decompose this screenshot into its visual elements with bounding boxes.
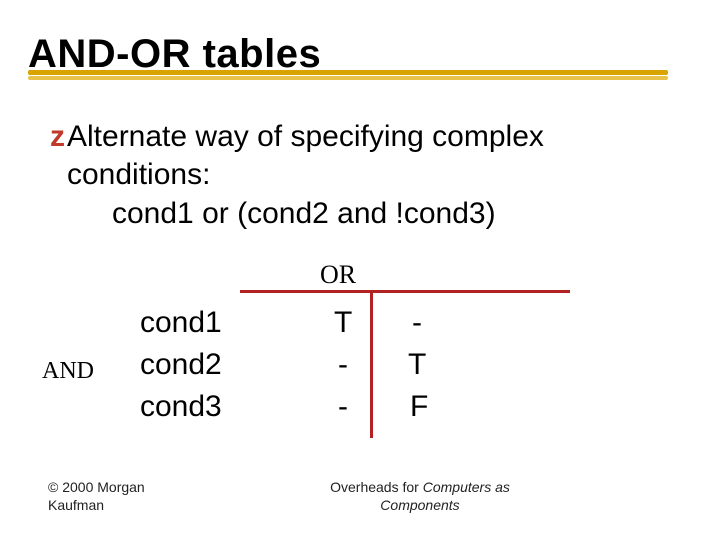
bullet-text: Alternate way of specifying complex cond…	[67, 118, 680, 195]
slide-title: AND-OR tables	[28, 32, 680, 77]
footer-copyright-line2: Kaufman	[48, 497, 104, 513]
table-cell: T	[334, 306, 352, 340]
title-block: AND-OR tables	[28, 32, 680, 77]
table-cell: -	[338, 390, 348, 424]
table-row-label: cond1	[140, 306, 222, 340]
table-cell: T	[408, 348, 426, 382]
footer-source-prefix: Overheads for	[330, 479, 423, 495]
footer-copyright-line1: © 2000 Morgan	[48, 479, 145, 495]
expression-text: cond1 or (cond2 and !cond3)	[112, 197, 680, 231]
bullet-row: z Alternate way of specifying complex co…	[50, 118, 680, 195]
table-row-label: cond3	[140, 390, 222, 424]
table-divider-horizontal	[240, 290, 570, 293]
body-block: z Alternate way of specifying complex co…	[50, 118, 680, 231]
table-cell: F	[410, 390, 428, 424]
table-row-label: cond2	[140, 348, 222, 382]
footer-copyright: © 2000 Morgan Kaufman	[48, 479, 145, 514]
bullet-symbol: z	[50, 118, 65, 156]
or-label: OR	[320, 260, 356, 290]
table-cell: -	[412, 306, 422, 340]
table-divider-vertical	[370, 290, 373, 438]
and-label: AND	[42, 358, 94, 385]
footer-source: Overheads for Computers as Components	[300, 479, 540, 514]
table-cell: -	[338, 348, 348, 382]
